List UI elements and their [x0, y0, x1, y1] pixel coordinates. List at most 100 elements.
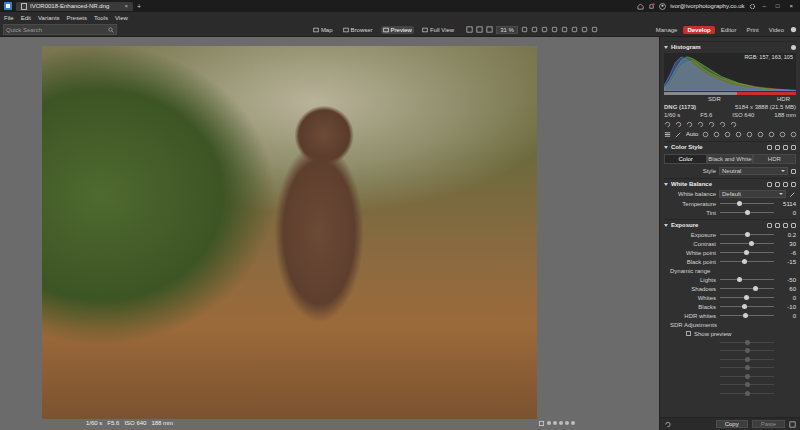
- menu-item[interactable]: Presets: [67, 15, 87, 21]
- edit-tool-icon[interactable]: [719, 121, 726, 128]
- color-mode-tab[interactable]: Black and White: [707, 154, 752, 164]
- section-action-icon[interactable]: [791, 223, 796, 228]
- home-icon[interactable]: [637, 3, 644, 10]
- section-action-icon[interactable]: [767, 182, 772, 187]
- zoom-tool-icon[interactable]: [531, 26, 538, 33]
- develop-tool-icon[interactable]: [779, 131, 786, 138]
- white-balance-header[interactable]: White Balance: [664, 178, 796, 189]
- zoom-tool-icon[interactable]: [551, 26, 558, 33]
- zoom-tool-icon[interactable]: [521, 26, 528, 33]
- slider-knob[interactable]: [745, 232, 750, 237]
- zoom-tool-icon[interactable]: [561, 26, 568, 33]
- eyedropper-icon[interactable]: [789, 191, 796, 198]
- slider-track[interactable]: [720, 243, 774, 244]
- copy-button[interactable]: Copy: [716, 420, 748, 428]
- color-mode-tab[interactable]: HDR: [753, 154, 796, 164]
- slider-knob[interactable]: [737, 201, 742, 206]
- window-control-button[interactable]: ×: [786, 3, 796, 9]
- edit-tool-icon[interactable]: [697, 121, 704, 128]
- develop-tool-icon[interactable]: [735, 131, 742, 138]
- view-tool-icon[interactable]: [466, 26, 473, 33]
- slider-track[interactable]: [720, 297, 774, 298]
- slider-knob[interactable]: [749, 241, 754, 246]
- zoom-tool-icon[interactable]: [581, 26, 588, 33]
- zoom-tool-icon[interactable]: [591, 26, 598, 33]
- rating-star[interactable]: [559, 421, 563, 425]
- user-icon[interactable]: [659, 3, 666, 10]
- slider-track[interactable]: [720, 288, 774, 289]
- white-balance-select[interactable]: Default: [719, 190, 786, 198]
- section-action-icon[interactable]: [791, 182, 796, 187]
- show-preview-checkbox[interactable]: [686, 331, 691, 336]
- slider-track[interactable]: [720, 252, 774, 253]
- menu-item[interactable]: Edit: [21, 15, 31, 21]
- search-field[interactable]: [6, 27, 108, 33]
- zoom-tool-icon[interactable]: [541, 26, 548, 33]
- menu-item[interactable]: View: [115, 15, 128, 21]
- edit-tool-icon[interactable]: [686, 121, 693, 128]
- view-mode-button[interactable]: Browser: [341, 26, 375, 34]
- section-action-icon[interactable]: [783, 182, 788, 187]
- document-tab[interactable]: IVOR0018-Enhanced-NR.dng×: [16, 2, 133, 11]
- view-tool-icon[interactable]: [476, 26, 483, 33]
- view-mode-button[interactable]: Full View: [420, 26, 456, 34]
- section-action-icon[interactable]: [775, 223, 780, 228]
- close-tab-button[interactable]: ×: [124, 3, 128, 9]
- color-style-header[interactable]: Color Style: [664, 141, 796, 152]
- show-preview-row[interactable]: Show preview: [664, 329, 796, 338]
- style-add-icon[interactable]: [791, 169, 796, 174]
- edit-tool-icon[interactable]: [730, 121, 737, 128]
- zoom-field[interactable]: 31 %: [496, 26, 518, 34]
- slider-track[interactable]: [720, 212, 774, 213]
- layout-icon[interactable]: [790, 26, 797, 33]
- section-action-icon[interactable]: [791, 145, 796, 150]
- zoom-tool-icon[interactable]: [571, 26, 578, 33]
- edit-tool-icon[interactable]: [664, 121, 671, 128]
- develop-tool-icon[interactable]: [746, 131, 753, 138]
- develop-tool-icon[interactable]: [757, 131, 764, 138]
- slider-knob[interactable]: [745, 210, 750, 215]
- section-action-icon[interactable]: [775, 182, 780, 187]
- slider-knob[interactable]: [737, 277, 742, 282]
- develop-tool-icon[interactable]: [768, 131, 775, 138]
- rating-star[interactable]: [547, 421, 551, 425]
- module-tab[interactable]: Editor: [717, 26, 741, 34]
- slider-knob[interactable]: [744, 250, 749, 255]
- account-email[interactable]: ivor@ivorphotography.co.uk: [670, 3, 744, 9]
- develop-tool-icon[interactable]: [724, 131, 731, 138]
- auto-button[interactable]: Auto: [686, 131, 698, 137]
- notification-icon[interactable]: [648, 3, 655, 10]
- view-tool-icon[interactable]: [486, 26, 493, 33]
- rating-star[interactable]: [553, 421, 557, 425]
- menu-item[interactable]: Tools: [94, 15, 108, 21]
- search-icon[interactable]: [108, 27, 114, 33]
- slider-knob[interactable]: [742, 304, 747, 309]
- edit-tool-icon[interactable]: [708, 121, 715, 128]
- magic-wand-icon[interactable]: [675, 131, 682, 138]
- settings-icon[interactable]: [749, 3, 756, 10]
- module-tab[interactable]: Video: [765, 26, 788, 34]
- list-icon[interactable]: [664, 131, 671, 138]
- section-action-icon[interactable]: [783, 145, 788, 150]
- rating[interactable]: [538, 420, 575, 427]
- develop-tool-icon[interactable]: [713, 131, 720, 138]
- slider-knob[interactable]: [742, 259, 747, 264]
- slider-track[interactable]: [720, 306, 774, 307]
- rating-star[interactable]: [571, 421, 575, 425]
- slider-track[interactable]: [720, 315, 774, 316]
- slider-knob[interactable]: [753, 286, 758, 291]
- menu-item[interactable]: File: [4, 15, 14, 21]
- window-control-button[interactable]: □: [773, 3, 783, 9]
- section-action-icon[interactable]: [767, 223, 772, 228]
- new-tab-button[interactable]: +: [137, 3, 141, 10]
- develop-tool-icon[interactable]: [790, 131, 797, 138]
- module-tab[interactable]: Manage: [652, 26, 682, 34]
- slider-track[interactable]: [720, 279, 774, 280]
- rating-star[interactable]: [565, 421, 569, 425]
- module-tab[interactable]: Develop: [683, 26, 714, 34]
- slider-knob[interactable]: [743, 313, 748, 318]
- color-mode-tab[interactable]: Color: [664, 154, 707, 164]
- edit-tool-icon[interactable]: [675, 121, 682, 128]
- module-tab[interactable]: Print: [742, 26, 762, 34]
- section-action-icon[interactable]: [775, 145, 780, 150]
